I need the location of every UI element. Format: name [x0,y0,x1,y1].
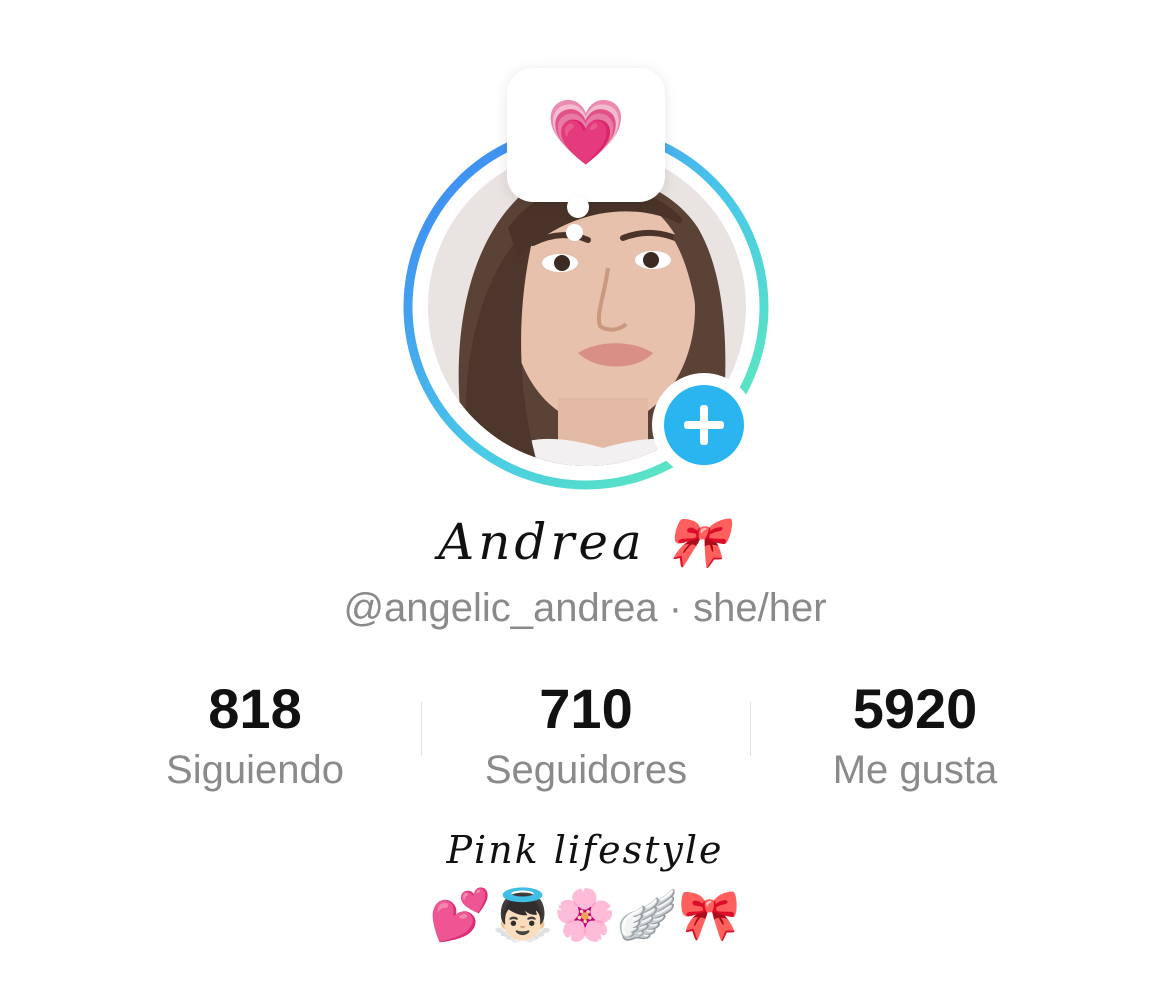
username-pronouns: @angelic_andrea · she/her [343,586,827,630]
stat-following-value: 818 [208,677,302,740]
stat-followers[interactable]: 710 Seguidores [421,676,751,798]
plus-icon [684,405,724,445]
heart-icon: 💗 [546,96,626,168]
stat-likes[interactable]: 5920 Me gusta [750,676,1080,798]
note-bubble-tail [567,196,589,218]
add-button-circle [664,385,744,465]
stat-likes-label: Me gusta [832,748,998,792]
display-name: Andrea 🎀 [438,513,732,571]
note-bubble-dot [566,224,583,241]
profile-header: 💗 Andrea 🎀 @angelic_andrea · she/her 818… [0,0,1170,996]
note-bubble[interactable]: 💗 [507,68,665,202]
stat-likes-value: 5920 [852,677,978,740]
stat-following[interactable]: 818 Siguiendo [90,676,420,798]
stat-followers-value: 710 [539,677,633,740]
stat-following-label: Siguiendo [166,748,344,792]
stat-followers-label: Seguidores [484,748,688,792]
bio-emojis: 💕👼🏻🌸🪽🎀 [429,887,741,943]
add-story-button[interactable] [652,373,756,477]
bio-text: Pink lifestyle [446,828,724,872]
